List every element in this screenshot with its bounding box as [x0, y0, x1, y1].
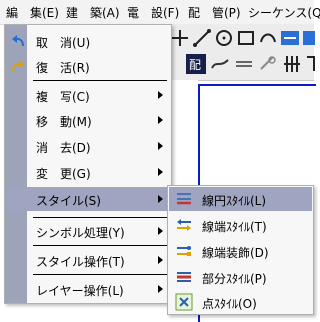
conduit-icon[interactable]: [234, 54, 254, 74]
menu-item-label: 変 更(G): [36, 167, 91, 181]
submenu-item-label: 線端ｽﾀｲﾙ(T): [202, 220, 267, 234]
submenu-item-partial-style[interactable]: 部分ｽﾀｲﾙ(P): [169, 265, 312, 289]
menu-item-change[interactable]: 変 更(G): [6, 160, 170, 184]
wiring-icon[interactable]: 配: [186, 54, 206, 74]
menu-item-label: 取 消(U): [36, 36, 91, 50]
menu-separator: [33, 217, 167, 218]
submenu-item-line-end-decoration[interactable]: 線端装飾(D): [169, 239, 312, 263]
menu-item-label: スタイル操作(T): [36, 255, 125, 269]
dimension-icon[interactable]: [280, 28, 300, 48]
plus-icon[interactable]: [170, 28, 190, 48]
submenu-item-label: 点ｽﾀｲﾙ(O): [202, 297, 257, 311]
menu-item-copy[interactable]: 複 写(C): [6, 83, 170, 107]
menu-bar: 編 集(E) 建 築(A) 電 設(F) 配 管(P) シーケンス(Q): [0, 0, 320, 25]
submenu-item-label: 部分ｽﾀｲﾙ(P): [202, 272, 267, 286]
submenu-arrow-icon: [158, 116, 163, 124]
menu-item-style[interactable]: スタイル(S): [6, 187, 170, 211]
cable-icon[interactable]: [210, 54, 230, 74]
menu-item-label: 複 写(C): [36, 90, 90, 104]
menu-sequence[interactable]: シーケンス(Q): [248, 4, 320, 21]
menu-item-label: 移 動(M): [36, 115, 92, 129]
submenu-item-line-end-style[interactable]: 線端ｽﾀｲﾙ(T): [169, 213, 312, 237]
submenu-arrow-icon: [158, 227, 163, 235]
line-icon[interactable]: [192, 28, 212, 48]
circle-icon[interactable]: [214, 28, 234, 48]
menu-architecture[interactable]: 建 築(A): [66, 4, 120, 21]
menu-item-delete[interactable]: 消 去(D): [6, 134, 170, 158]
submenu-item-point-style[interactable]: 点ｽﾀｲﾙ(O): [169, 290, 312, 314]
submenu-arrow-icon: [158, 285, 163, 293]
menu-item-undo[interactable]: 取 消(U): [6, 29, 170, 53]
menu-edit[interactable]: 編 集(E): [6, 4, 59, 21]
menu-piping[interactable]: 配 管(P): [188, 4, 241, 21]
arc-icon[interactable]: [258, 28, 278, 48]
menu-item-move[interactable]: 移 動(M): [6, 108, 170, 132]
submenu-arrow-icon: [158, 195, 163, 203]
drawing-toolbar: 配: [160, 24, 315, 81]
menu-item-redo[interactable]: 復 活(R): [6, 54, 170, 78]
submenu-arrow-icon: [158, 168, 163, 176]
submenu-item-line-circle-style[interactable]: 線円ｽﾀｲﾙ(L): [169, 187, 312, 211]
undo-icon: [12, 35, 24, 47]
misc-tool-icon[interactable]: [304, 54, 320, 74]
symbol-icon[interactable]: [258, 54, 278, 74]
line-end-style-icon: [177, 219, 191, 231]
point-style-icon: [175, 293, 193, 311]
menu-item-label: シンボル処理(Y): [36, 226, 125, 240]
menu-separator: [33, 80, 167, 81]
line-circle-style-icon: [177, 193, 191, 205]
menu-item-label: 消 去(D): [36, 141, 91, 155]
edit-menu: 取 消(U) 復 活(R) 複 写(C) 移 動(M) 消 去(D) 変 更(G…: [4, 24, 172, 304]
menu-item-layer-operations[interactable]: レイヤー操作(L): [6, 277, 170, 301]
style-submenu: 線円ｽﾀｲﾙ(L) 線端ｽﾀｲﾙ(T) 線端装飾(D) 部分ｽﾀｲﾙ(P) 点ｽ…: [167, 185, 314, 315]
partial-style-icon: [177, 272, 191, 282]
menu-separator: [33, 245, 167, 246]
menu-item-label: 復 活(R): [36, 61, 90, 75]
submenu-arrow-icon: [158, 142, 163, 150]
submenu-item-label: 線端装飾(D): [202, 246, 269, 260]
rectangle-icon[interactable]: [236, 28, 256, 48]
submenu-item-label: 線円ｽﾀｲﾙ(L): [202, 194, 267, 208]
menu-separator: [33, 274, 167, 275]
submenu-arrow-icon: [158, 91, 163, 99]
svg-text:配: 配: [189, 58, 201, 72]
redo-icon: [12, 60, 24, 72]
parallel-lines-icon[interactable]: [282, 54, 302, 74]
menu-item-symbol-processing[interactable]: シンボル処理(Y): [6, 219, 170, 243]
submenu-arrow-icon: [158, 256, 163, 264]
menu-item-label: レイヤー操作(L): [36, 284, 124, 298]
menu-item-style-operations[interactable]: スタイル操作(T): [6, 248, 170, 272]
grid-icon[interactable]: [302, 28, 320, 48]
menu-electrical[interactable]: 電 設(F): [127, 4, 179, 21]
line-end-decoration-icon: [177, 246, 191, 256]
menu-item-label: スタイル(S): [36, 194, 101, 208]
